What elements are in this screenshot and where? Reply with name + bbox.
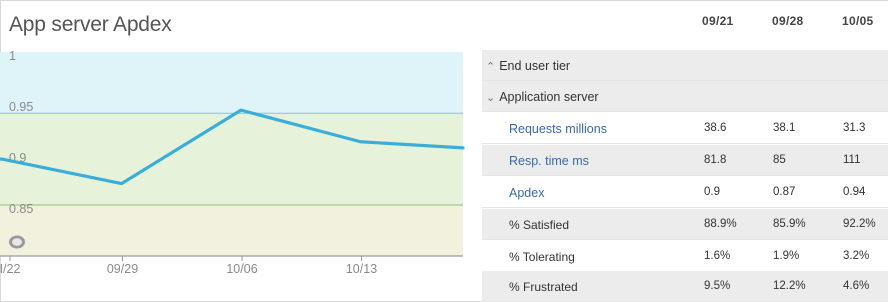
table-row: Requests millions 38.6 38.1 31.3 [482, 113, 888, 144]
metric-link-apdex[interactable]: Apdex [509, 186, 544, 200]
y-tick-label: 0.85 [9, 202, 33, 216]
apdex-chart: 10.950.90.85 I/22 09/29 10/06 10/13 [0, 49, 465, 276]
metric-label-tolerating: % Tolerating [509, 250, 575, 264]
chevron-up-icon: ⌃ [486, 61, 496, 73]
band-0 [0, 52, 463, 114]
tier-label: End user tier [499, 59, 571, 73]
cell-value: 81.8 [704, 154, 727, 166]
tier-row-end-user[interactable]: ⌃ End user tier [482, 50, 888, 81]
metric-label-satisfied: % Satisfied [509, 218, 570, 232]
cell-value: 38.6 [704, 122, 727, 134]
metric-link-requests[interactable]: Requests millions [509, 122, 607, 136]
cell-value: 1.9% [773, 250, 800, 262]
cell-value: 88.9% [704, 218, 737, 230]
x-tick-label: 09/29 [107, 262, 138, 276]
column-header-1: 09/28 [772, 14, 804, 28]
metric-link-resp-time[interactable]: Resp. time ms [509, 154, 589, 168]
table-row: % Satisfied 88.9% 85.9% 92.2% [482, 209, 888, 240]
cell-value: 9.5% [704, 280, 731, 292]
cell-value: 85.9% [773, 218, 806, 230]
band-1 [0, 113, 463, 205]
table-row: % Frustrated 9.5% 12.2% 4.6% [482, 271, 888, 302]
cell-value: 38.1 [773, 122, 796, 134]
tier-row-app-server[interactable]: ⌄ Application server [482, 81, 888, 112]
cell-value: 85 [773, 154, 786, 166]
cell-value: 0.9 [704, 186, 720, 198]
table-row: Resp. time ms 81.8 85 111 [482, 145, 888, 176]
chart-bands [0, 52, 463, 256]
x-tick-label: 10/06 [226, 262, 257, 276]
table-row: % Tolerating 1.6% 1.9% 3.2% [482, 241, 888, 272]
cell-value: 4.6% [843, 280, 870, 292]
pause-circle-icon[interactable] [9, 235, 25, 249]
cell-value: 12.2% [773, 280, 806, 292]
cell-value: 111 [843, 154, 861, 166]
cell-value: 3.2% [843, 250, 870, 262]
cell-value: 92.2% [843, 218, 876, 230]
x-axis [0, 255, 463, 261]
table-row: Apdex 0.9 0.87 0.94 [482, 177, 888, 208]
column-header-2: 10/05 [842, 14, 874, 28]
x-tick-label: I/22 [0, 262, 20, 276]
x-tick-labels: I/22 09/29 10/06 10/13 [0, 262, 377, 276]
column-header-0: 09/21 [702, 14, 734, 28]
cell-value: 31.3 [843, 122, 866, 134]
y-tick-label: 0.95 [9, 100, 33, 114]
x-tick-label: 10/13 [346, 262, 377, 276]
cell-value: 1.6% [704, 250, 731, 262]
cell-value: 0.87 [773, 186, 796, 198]
chevron-down-icon: ⌄ [486, 92, 496, 104]
tier-label: Application server [499, 90, 599, 104]
metric-label-frustrated: % Frustrated [509, 280, 578, 294]
cell-value: 0.94 [843, 186, 866, 198]
band-2 [0, 205, 463, 256]
y-tick-label: 1 [9, 49, 16, 63]
